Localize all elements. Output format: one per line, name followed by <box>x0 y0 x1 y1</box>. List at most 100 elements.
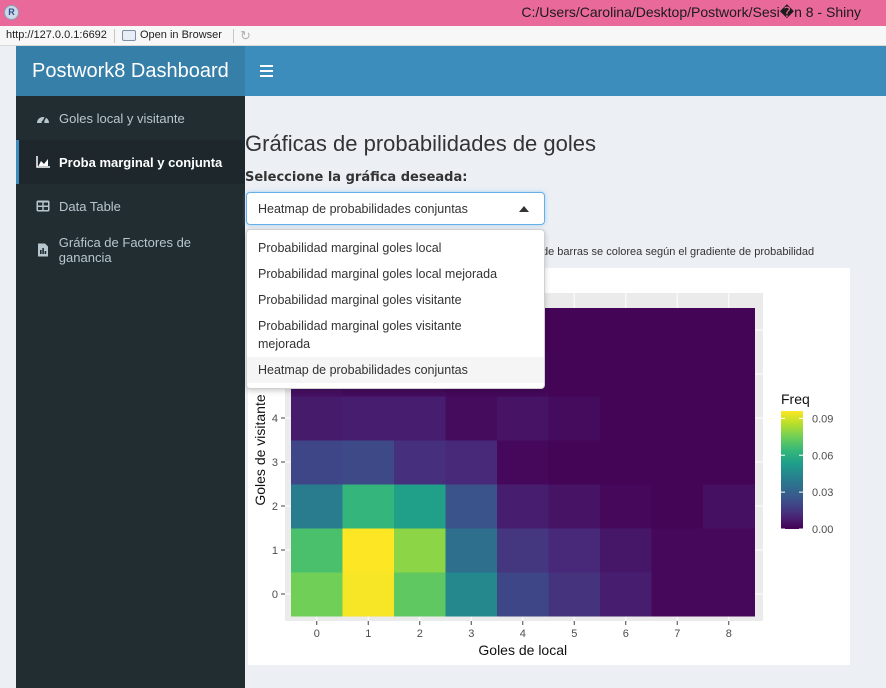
heatmap-cell <box>600 528 652 573</box>
heatmap-cell <box>600 572 652 617</box>
y-axis-label: Goles de visitante <box>252 394 268 505</box>
y-tick-label: 4 <box>272 413 278 425</box>
heatmap-cell <box>600 308 652 353</box>
heatmap-cell <box>342 572 395 617</box>
heatmap-cell <box>394 528 446 573</box>
x-tick-label: 8 <box>726 628 732 640</box>
heatmap-cell <box>291 484 343 529</box>
select-label: Seleccione la gráfica deseada: <box>245 170 468 185</box>
dropdown-option-selected[interactable]: Heatmap de probabilidades conjuntas <box>247 357 544 383</box>
sidebar-item-label: Gráfica de Factores de ganancia <box>58 235 192 265</box>
dropdown-option[interactable]: Probabilidad marginal goles local mejora… <box>247 261 544 287</box>
heatmap-cell <box>651 572 704 617</box>
heatmap-cell <box>497 440 549 485</box>
window-titlebar: R C:/Users/Carolina/Desktop/Postwork/Ses… <box>0 0 886 26</box>
caret-up-icon <box>519 206 529 212</box>
heatmap-cell <box>394 440 446 485</box>
heatmap-cell <box>445 572 498 617</box>
heatmap-cell <box>600 484 652 529</box>
x-tick-label: 0 <box>314 628 320 640</box>
page-title: Gráficas de probabilidades de goles <box>245 131 597 156</box>
heatmap-cell <box>548 308 601 353</box>
address-bar: http://127.0.0.1:6692 Open in Browser ↻ <box>0 26 886 46</box>
open-in-browser-label: Open in Browser <box>140 29 222 41</box>
dropdown-option[interactable]: Probabilidad marginal goles visitante <box>247 287 544 313</box>
hamburger-icon[interactable] <box>260 65 273 77</box>
heatmap-cell <box>548 528 601 573</box>
heatmap-cell <box>703 396 755 441</box>
legend-title: Freq <box>781 391 810 407</box>
dropdown-option[interactable]: Probabilidad marginal goles local <box>247 235 544 261</box>
chart-select[interactable]: Heatmap de probabilidades conjuntas <box>246 192 545 225</box>
legend-tick-label: 0.06 <box>812 450 833 462</box>
heatmap-cell <box>291 528 343 573</box>
sidebar-item-goles-local-visitante[interactable]: Goles local y visitante <box>16 96 245 140</box>
dashboard-logo[interactable]: Postwork8 Dashboard <box>16 46 245 96</box>
heatmap-cell <box>342 440 395 485</box>
heatmap-cell <box>651 484 704 529</box>
y-tick-label: 2 <box>272 501 278 513</box>
select-dropdown: Probabilidad marginal goles local Probab… <box>246 229 545 389</box>
heatmap-cell <box>394 572 446 617</box>
sidebar-item-data-table[interactable]: Data Table <box>16 184 245 228</box>
heatmap-cell <box>548 572 601 617</box>
heatmap-cell <box>651 352 704 397</box>
y-tick-label: 0 <box>272 589 278 601</box>
heatmap-cell <box>497 396 549 441</box>
heatmap-cell <box>600 396 652 441</box>
legend-tick-label: 0.09 <box>812 413 833 425</box>
sidebar-item-label: Proba marginal y conjunta <box>59 154 223 170</box>
area-chart-icon <box>35 155 51 169</box>
heatmap-cell <box>291 440 343 485</box>
x-tick-label: 7 <box>674 628 680 640</box>
heatmap-cell <box>600 440 652 485</box>
heatmap-cell <box>703 308 755 353</box>
heatmap-cell <box>291 572 343 617</box>
legend-colorbar <box>781 411 803 529</box>
y-tick-label: 1 <box>272 545 278 557</box>
heatmap-cell <box>497 528 549 573</box>
heatmap-cell <box>394 484 446 529</box>
heatmap-cell <box>703 484 755 529</box>
heatmap-cell <box>497 572 549 617</box>
file-icon <box>35 243 51 257</box>
x-tick-label: 3 <box>468 628 474 640</box>
main-content: Gráficas de probabilidades de goles Sele… <box>245 96 886 688</box>
select-value: Heatmap de probabilidades conjuntas <box>258 202 468 216</box>
url-text[interactable]: http://127.0.0.1:6692 <box>6 29 107 41</box>
heatmap-cell <box>600 352 652 397</box>
heatmap-cell <box>703 528 755 573</box>
heatmap-cell <box>497 484 549 529</box>
sidebar-item-label: Goles local y visitante <box>59 110 185 126</box>
legend-tick-label: 0.00 <box>812 524 833 536</box>
table-icon <box>35 199 51 213</box>
y-tick-label: 3 <box>272 457 278 469</box>
heatmap-cell <box>703 572 755 617</box>
x-axis-label: Goles de local <box>478 642 567 658</box>
refresh-icon[interactable]: ↻ <box>240 28 251 44</box>
x-tick-label: 5 <box>571 628 577 640</box>
x-tick-label: 2 <box>417 628 423 640</box>
heatmap-cell <box>703 352 755 397</box>
heatmap-cell <box>548 440 601 485</box>
open-in-browser-button[interactable]: Open in Browser <box>122 29 222 41</box>
heatmap-cell <box>651 396 704 441</box>
separator <box>114 29 115 43</box>
browser-icon <box>122 29 136 41</box>
x-tick-label: 4 <box>520 628 526 640</box>
heatmap-cell <box>548 484 601 529</box>
sidebar-item-grafica-factores[interactable]: Gráfica de Factores de ganancia <box>16 228 245 272</box>
x-tick-label: 6 <box>623 628 629 640</box>
sidebar-item-proba-marginal[interactable]: Proba marginal y conjunta <box>16 140 245 184</box>
heatmap-cell <box>291 396 343 441</box>
heatmap-cell <box>445 528 498 573</box>
dashboard-icon <box>35 111 51 125</box>
heatmap-cell <box>342 484 395 529</box>
heatmap-cell <box>445 484 498 529</box>
heatmap-cell <box>394 396 446 441</box>
heatmap-cell <box>703 440 755 485</box>
heatmap-cell <box>342 528 395 573</box>
dropdown-option[interactable]: Probabilidad marginal goles visitante me… <box>247 313 507 357</box>
x-tick-label: 1 <box>365 628 371 640</box>
heatmap-cell <box>651 308 704 353</box>
